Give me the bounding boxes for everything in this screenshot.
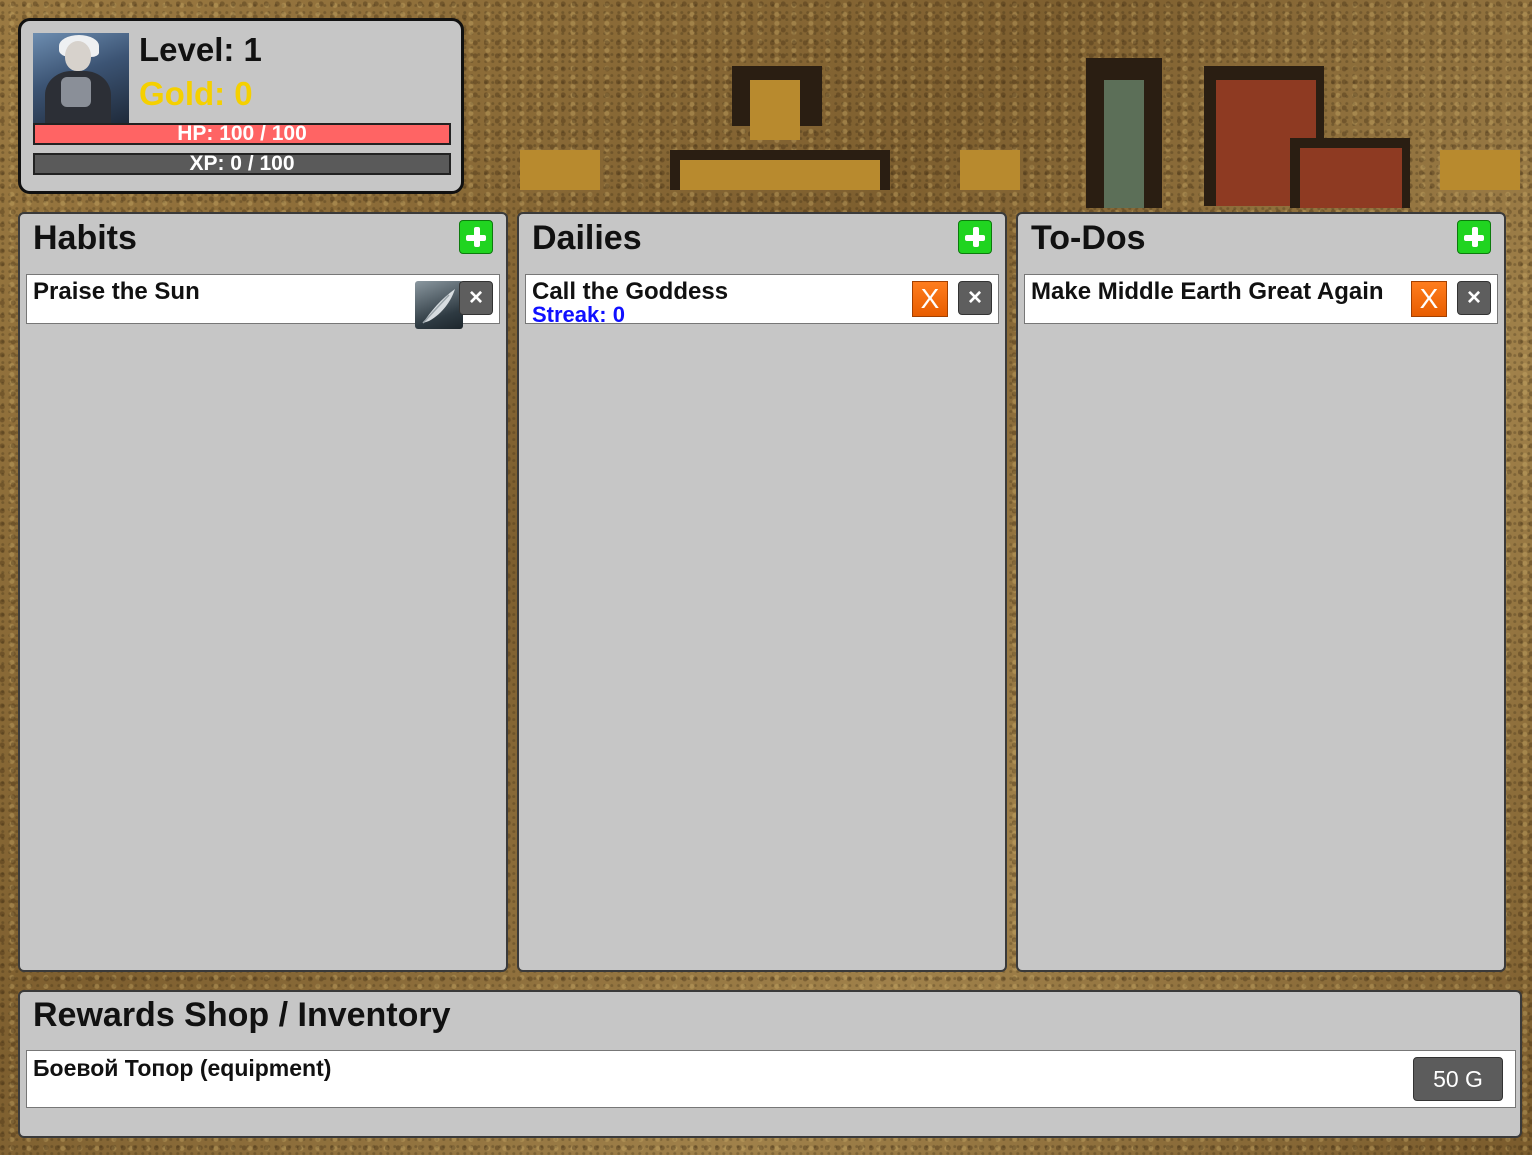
habits-title: Habits <box>33 219 137 257</box>
hp-label: HP: 100 / 100 <box>177 123 307 145</box>
reward-item: Боевой Топор (equipment) 50 G <box>26 1050 1516 1108</box>
xp-bar: XP: 0 / 100 <box>33 153 451 175</box>
dailies-column: Dailies Call the Goddess Streak: 0 X × <box>517 212 1007 972</box>
todos-column: To-Dos Make Middle Earth Great Again X × <box>1016 212 1506 972</box>
hp-bar: HP: 100 / 100 <box>33 123 451 145</box>
todo-title: Make Middle Earth Great Again <box>1031 278 1384 305</box>
close-icon: × <box>967 284 982 311</box>
player-stats-panel: Level: 1 Gold: 0 HP: 100 / 100 XP: 0 / 1… <box>18 18 464 194</box>
rewards-panel: Rewards Shop / Inventory Боевой Топор (e… <box>18 990 1522 1138</box>
todo-item: Make Middle Earth Great Again X × <box>1024 274 1498 324</box>
dailies-title: Dailies <box>532 219 642 257</box>
delete-habit-button[interactable]: × <box>459 281 493 315</box>
close-icon: × <box>468 284 483 311</box>
habit-title: Praise the Sun <box>33 278 200 305</box>
todos-title: To-Dos <box>1031 219 1146 257</box>
complete-daily-button[interactable]: X <box>912 281 948 317</box>
daily-item: Call the Goddess Streak: 0 X × <box>525 274 999 327</box>
daily-streak: Streak: 0 <box>532 302 625 327</box>
level-label: Level: 1 <box>139 31 262 68</box>
add-habit-button[interactable] <box>459 220 493 254</box>
gold-label: Gold: 0 <box>139 75 253 112</box>
habit-score-button[interactable] <box>415 281 463 329</box>
reward-name: Боевой Топор (equipment) <box>33 1055 332 1081</box>
delete-todo-button[interactable]: × <box>1457 281 1491 315</box>
habit-item: Praise the Sun × <box>26 274 500 329</box>
complete-todo-button[interactable]: X <box>1411 281 1447 317</box>
habits-column: Habits Praise the Sun × <box>18 212 508 972</box>
add-daily-button[interactable] <box>958 220 992 254</box>
buy-reward-button[interactable]: 50 G <box>1413 1057 1503 1101</box>
feather-icon <box>422 289 455 324</box>
avatar <box>33 33 129 123</box>
x-mark-icon: X <box>920 283 940 314</box>
xp-label: XP: 0 / 100 <box>189 153 295 175</box>
rewards-title: Rewards Shop / Inventory <box>33 996 451 1034</box>
close-icon: × <box>1466 284 1481 311</box>
add-todo-button[interactable] <box>1457 220 1491 254</box>
x-mark-icon: X <box>1419 283 1439 314</box>
delete-daily-button[interactable]: × <box>958 281 992 315</box>
